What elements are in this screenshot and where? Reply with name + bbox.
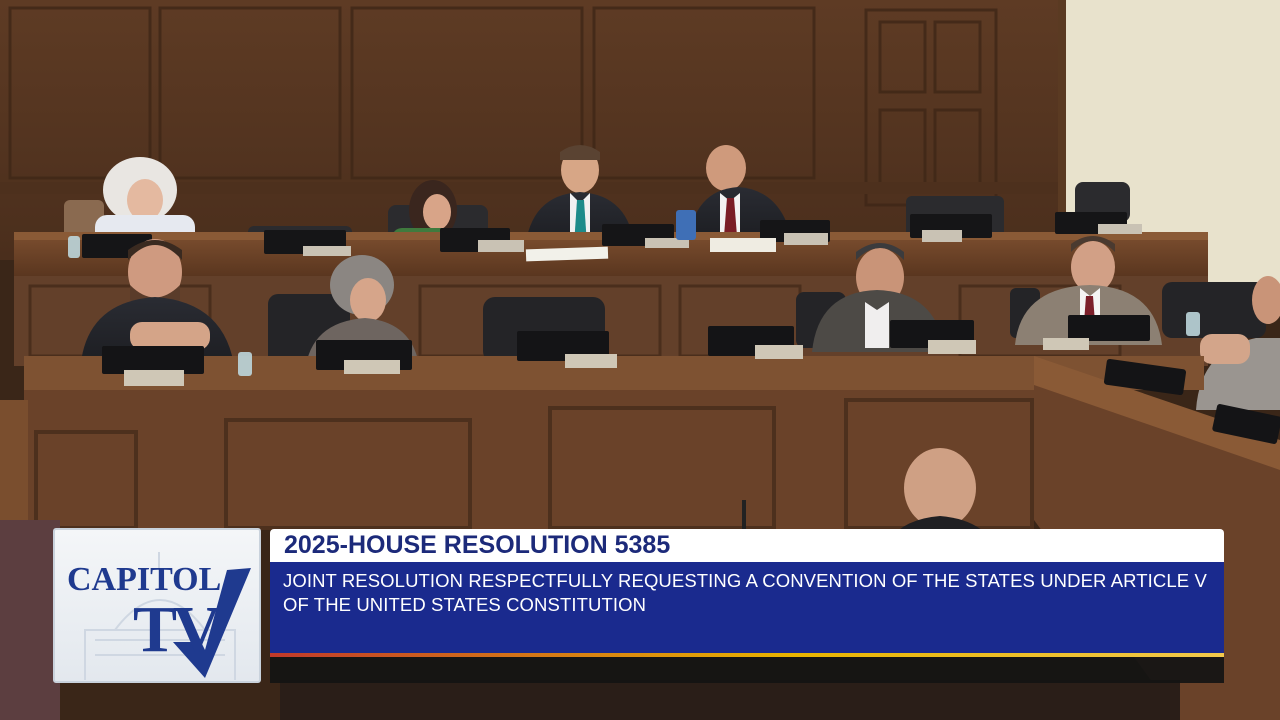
committee-hearing-scene	[0, 0, 1280, 720]
